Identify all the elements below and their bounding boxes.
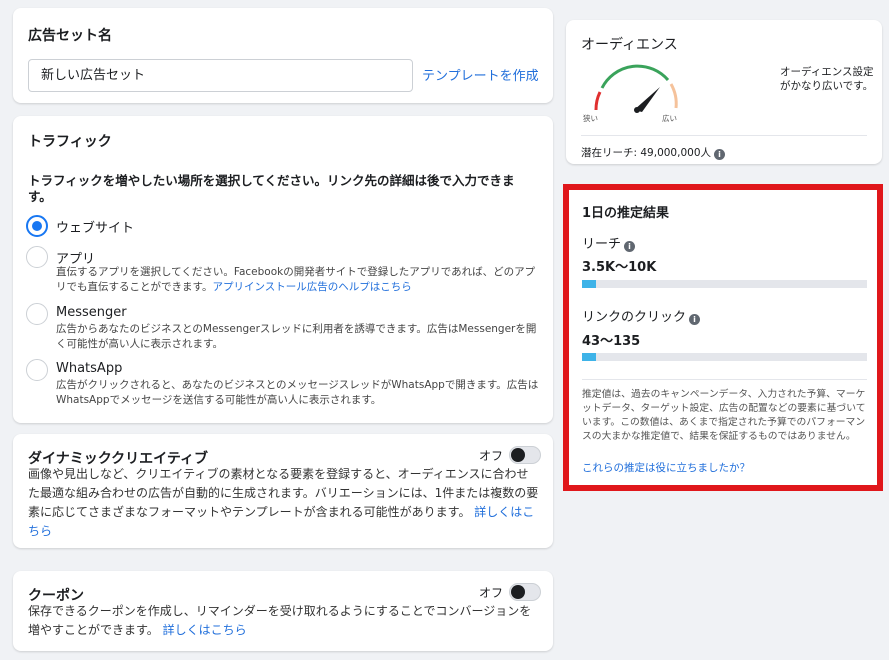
toggle-switch[interactable]	[509, 446, 541, 464]
clicks-value: 43〜135	[582, 334, 641, 349]
toggle-switch[interactable]	[509, 583, 541, 601]
traffic-title: トラフィック	[28, 134, 112, 150]
gauge-narrow-label: 狭い	[583, 114, 598, 123]
option-label: Messenger	[56, 305, 127, 320]
clicks-label-text: リンクのクリック	[582, 310, 687, 325]
clicks-bar-fill	[582, 353, 597, 361]
radio-messenger[interactable]	[26, 303, 48, 325]
info-icon[interactable]: i	[714, 149, 725, 160]
adset-name-card: 広告セット名 新しい広告セット テンプレートを作成	[13, 8, 553, 103]
toggle-state-label: オフ	[478, 585, 503, 600]
toggle-knob	[511, 448, 525, 462]
reach-metric-label: リーチ i	[582, 233, 636, 252]
toggle-state-label: オフ	[478, 448, 503, 463]
traffic-card: トラフィック トラフィックを増やしたい場所を選択してください。リンク先の詳細は後…	[13, 116, 553, 423]
clicks-metric-label: リンクのクリック i	[582, 306, 701, 325]
app-install-help-link[interactable]: アプリインストール広告のヘルプはこちら	[212, 281, 411, 293]
create-template-link[interactable]: テンプレートを作成	[422, 65, 539, 84]
info-icon[interactable]: i	[689, 314, 701, 325]
adset-name-input[interactable]: 新しい広告セット	[28, 59, 413, 92]
divider	[581, 135, 867, 136]
audience-note: オーディエンス設定がかなり広いです。	[780, 66, 874, 92]
toggle-knob	[511, 585, 525, 599]
divider	[582, 379, 867, 380]
audience-card: オーディエンス 狭い 広い オーディエンス設定がかなり広いです。 潜在リーチ: …	[566, 20, 882, 164]
reach-label-text: リーチ	[582, 237, 622, 252]
audience-title: オーディエンス	[581, 37, 678, 53]
estimate-disclaimer: 推定値は、過去のキャンペーンデータ、入力された予算、マーケットデータ、ターゲット…	[582, 389, 866, 442]
radio-website[interactable]	[26, 215, 48, 237]
coupon-toggle[interactable]: オフ	[479, 583, 541, 601]
clicks-bar	[582, 353, 867, 361]
estimate-feedback-link[interactable]: これらの推定は役に立ちましたか？	[582, 460, 750, 475]
radio-app[interactable]	[26, 246, 48, 268]
potential-reach-text: 潜在リーチ: 49,000,000人	[581, 147, 711, 159]
gauge-wide-label: 広い	[662, 114, 677, 123]
reach-value: 3.5K〜10K	[582, 260, 657, 275]
option-description: 広告からあなたのビジネスとのMessengerスレッドに利用者を誘導できます。広…	[56, 323, 537, 350]
reach-bar	[582, 280, 867, 288]
daily-estimate-card: 1日の推定結果 リーチ i 3.5K〜10K リンクのクリック i 43〜135 推…	[569, 190, 877, 485]
reach-bar-fill	[582, 280, 597, 288]
coupon-desc-text: 保存できるクーポンを作成し、リマインダーを受け取れるようにすることでコンバージョ…	[28, 604, 532, 637]
daily-estimate-title: 1日の推定結果	[582, 206, 670, 221]
dynamic-desc-text: 画像や見出しなど、クリエイティブの素材となる要素を登録すると、オーディエンスに合…	[28, 467, 539, 519]
radio-whatsapp[interactable]	[26, 359, 48, 381]
option-label: WhatsApp	[56, 361, 123, 376]
traffic-question: トラフィックを増やしたい場所を選択してください。リンク先の詳細は後で入力できます…	[28, 173, 515, 204]
option-label: ウェブサイト	[56, 221, 135, 236]
option-description: 広告がクリックされると、あなたのビジネスとのメッセージスレッドがWhatsApp…	[56, 379, 539, 406]
coupon-description: 保存できるクーポンを作成し、リマインダーを受け取れるようにすることでコンバージョ…	[28, 602, 540, 640]
dynamic-creative-description: 画像や見出しなど、クリエイティブの素材となる要素を登録すると、オーディエンスに合…	[28, 465, 540, 541]
learn-more-link[interactable]: 詳しくはこちら	[163, 623, 247, 637]
option-description: 直伝するアプリを選択してください。Facebookの開発者サイトで登録したアプリ…	[56, 265, 540, 295]
potential-reach: 潜在リーチ: 49,000,000人 i	[581, 145, 725, 160]
adset-name-title: 広告セット名	[28, 28, 112, 44]
coupon-card: クーポン オフ 保存できるクーポンを作成し、リマインダーを受け取れるようにするこ…	[13, 571, 553, 651]
info-icon[interactable]: i	[624, 241, 636, 252]
dynamic-creative-toggle[interactable]: オフ	[479, 446, 541, 464]
dynamic-creative-card: ダイナミッククリエイティブ オフ 画像や見出しなど、クリエイティブの素材となる要…	[13, 434, 553, 548]
